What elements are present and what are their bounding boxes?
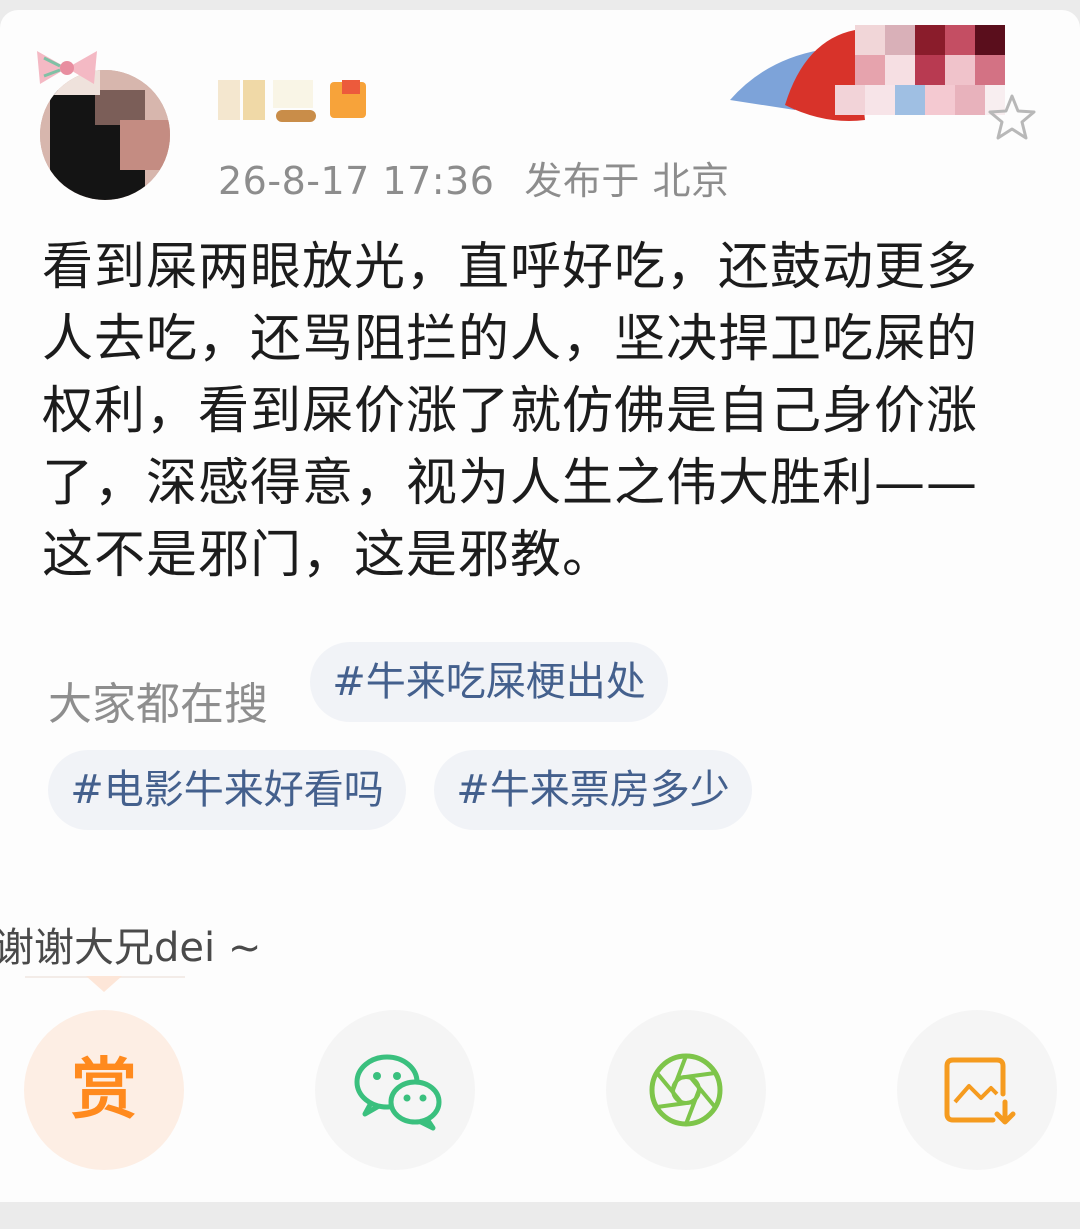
hot-search-chip[interactable]: #牛来票房多少 [434, 750, 752, 830]
share-wechat-button[interactable] [315, 1010, 475, 1170]
save-image-button[interactable] [897, 1010, 1057, 1170]
post-line: 人去吃，还骂阻拦的人，坚决捍卫吃屎的 [42, 310, 979, 369]
save-image-icon [944, 1057, 1016, 1125]
username[interactable] [218, 80, 388, 124]
hot-search-chip[interactable]: #牛来吃屎梗出处 [310, 642, 668, 722]
post-meta: 26-8-17 17:36 发布于 北京 [218, 150, 730, 205]
post-line: 了，深感得意，视为人生之伟大胜利—— [42, 454, 979, 513]
reward-icon: 赏 [71, 1051, 137, 1128]
hot-search-label: 大家都在搜 [48, 679, 268, 730]
post-card: 26-8-17 17:36 发布于 北京 看到屎两眼放光，直呼好吃，还鼓动更多 人… [0, 10, 1080, 1202]
post-line: 看到屎两眼放光，直呼好吃，还鼓动更多 [42, 238, 979, 297]
reward-thanks-text: 谢谢大兄dei ~ [0, 925, 262, 971]
favorite-star-icon[interactable] [984, 90, 1040, 146]
reward-button[interactable]: 赏 [24, 1010, 184, 1170]
post-line: 权利，看到屎价涨了就仿佛是自己身价涨 [42, 382, 979, 441]
share-moments-button[interactable] [606, 1010, 766, 1170]
post-location: 发布于 北京 [524, 159, 730, 203]
post-line: 这不是邪门，这是邪教。 [42, 526, 615, 585]
post-timestamp: 26-8-17 17:36 [218, 159, 495, 203]
bow-decoration-icon [37, 51, 97, 84]
moments-icon [649, 1053, 723, 1127]
post-body: 看到屎两眼放光，直呼好吃，还鼓动更多 人去吃，还骂阻拦的人，坚决捍卫吃屎的 权利… [42, 232, 1042, 592]
wechat-icon [354, 1054, 442, 1131]
sticker-image [730, 25, 1005, 121]
tooltip-caret [86, 976, 122, 992]
hot-search-chip[interactable]: #电影牛来好看吗 [48, 750, 406, 830]
